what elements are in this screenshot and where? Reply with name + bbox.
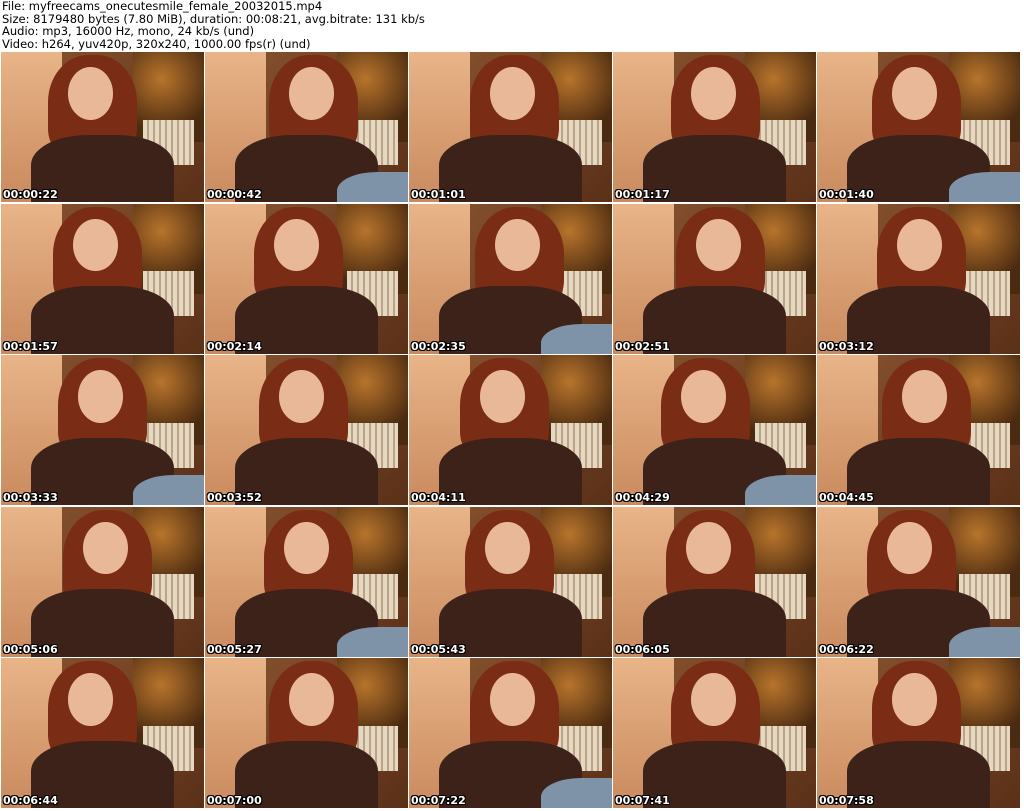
video-thumbnail: 00:00:42 bbox=[205, 52, 408, 202]
timestamp-label: 00:05:06 bbox=[3, 642, 58, 656]
timestamp-label: 00:01:57 bbox=[3, 339, 58, 353]
audio-info: Audio: mp3, 16000 Hz, mono, 24 kb/s (und… bbox=[2, 24, 255, 38]
timestamp-label: 00:03:52 bbox=[207, 491, 262, 504]
timestamp-label: 00:00:22 bbox=[3, 188, 58, 201]
video-thumbnail: 00:01:40 bbox=[817, 52, 1020, 202]
video-thumbnail: 00:06:44 bbox=[1, 658, 204, 808]
video-thumbnail: 00:02:51 bbox=[613, 203, 816, 354]
video-thumbnail: 00:03:52 bbox=[205, 355, 408, 505]
timestamp-label: 00:06:22 bbox=[819, 642, 874, 656]
video-thumbnail: 00:07:22 bbox=[409, 658, 612, 808]
video-thumbnail: 00:04:45 bbox=[817, 355, 1020, 505]
video-thumbnail: 00:01:01 bbox=[409, 52, 612, 202]
file-name: File: myfreecams_onecutesmile_female_200… bbox=[2, 0, 323, 13]
timestamp-label: 00:06:44 bbox=[3, 794, 58, 807]
timestamp-label: 00:01:01 bbox=[411, 188, 466, 201]
video-thumbnail: 00:05:27 bbox=[205, 506, 408, 657]
timestamp-label: 00:01:17 bbox=[615, 188, 670, 201]
timestamp-label: 00:03:12 bbox=[819, 339, 874, 353]
thumbnail-grid: 00:00:22 00:00:42 00:01:01 00:01:17 00:01:40… bbox=[1, 52, 1020, 808]
timestamp-label: 00:05:43 bbox=[411, 642, 466, 656]
file-info-header: File: myfreecams_onecutesmile_female_200… bbox=[2, 0, 425, 50]
video-thumbnail: 00:06:05 bbox=[613, 506, 816, 657]
video-info: Video: h264, yuv420p, 320x240, 1000.00 f… bbox=[2, 36, 311, 51]
video-thumbnail: 00:05:43 bbox=[409, 506, 612, 657]
timestamp-label: 00:04:11 bbox=[411, 491, 466, 504]
video-thumbnail: 00:07:58 bbox=[817, 658, 1020, 808]
timestamp-label: 00:02:14 bbox=[207, 339, 262, 353]
timestamp-label: 00:03:33 bbox=[3, 491, 58, 504]
video-thumbnail: 00:01:57 bbox=[1, 203, 204, 354]
timestamp-label: 00:05:27 bbox=[207, 642, 262, 656]
video-thumbnail: 00:00:22 bbox=[1, 52, 204, 202]
video-thumbnail: 00:07:00 bbox=[205, 658, 408, 808]
timestamp-label: 00:00:42 bbox=[207, 188, 262, 201]
video-thumbnail: 00:03:12 bbox=[817, 203, 1020, 354]
video-thumbnail: 00:01:17 bbox=[613, 52, 816, 202]
timestamp-label: 00:07:00 bbox=[207, 794, 262, 807]
video-thumbnail: 00:04:29 bbox=[613, 355, 816, 505]
video-thumbnail: 00:04:11 bbox=[409, 355, 612, 505]
video-thumbnail: 00:02:35 bbox=[409, 203, 612, 354]
video-thumbnail: 00:07:41 bbox=[613, 658, 816, 808]
timestamp-label: 00:07:58 bbox=[819, 794, 874, 807]
timestamp-label: 00:02:51 bbox=[615, 339, 670, 353]
video-thumbnail: 00:02:14 bbox=[205, 203, 408, 354]
video-thumbnail: 00:06:22 bbox=[817, 506, 1020, 657]
timestamp-label: 00:06:05 bbox=[615, 642, 670, 656]
video-thumbnail: 00:03:33 bbox=[1, 355, 204, 505]
timestamp-label: 00:04:45 bbox=[819, 491, 874, 504]
timestamp-label: 00:04:29 bbox=[615, 491, 670, 504]
timestamp-label: 00:02:35 bbox=[411, 339, 466, 353]
timestamp-label: 00:07:22 bbox=[411, 794, 466, 807]
timestamp-label: 00:01:40 bbox=[819, 188, 874, 201]
video-thumbnail: 00:05:06 bbox=[1, 506, 204, 657]
timestamp-label: 00:07:41 bbox=[615, 794, 670, 807]
